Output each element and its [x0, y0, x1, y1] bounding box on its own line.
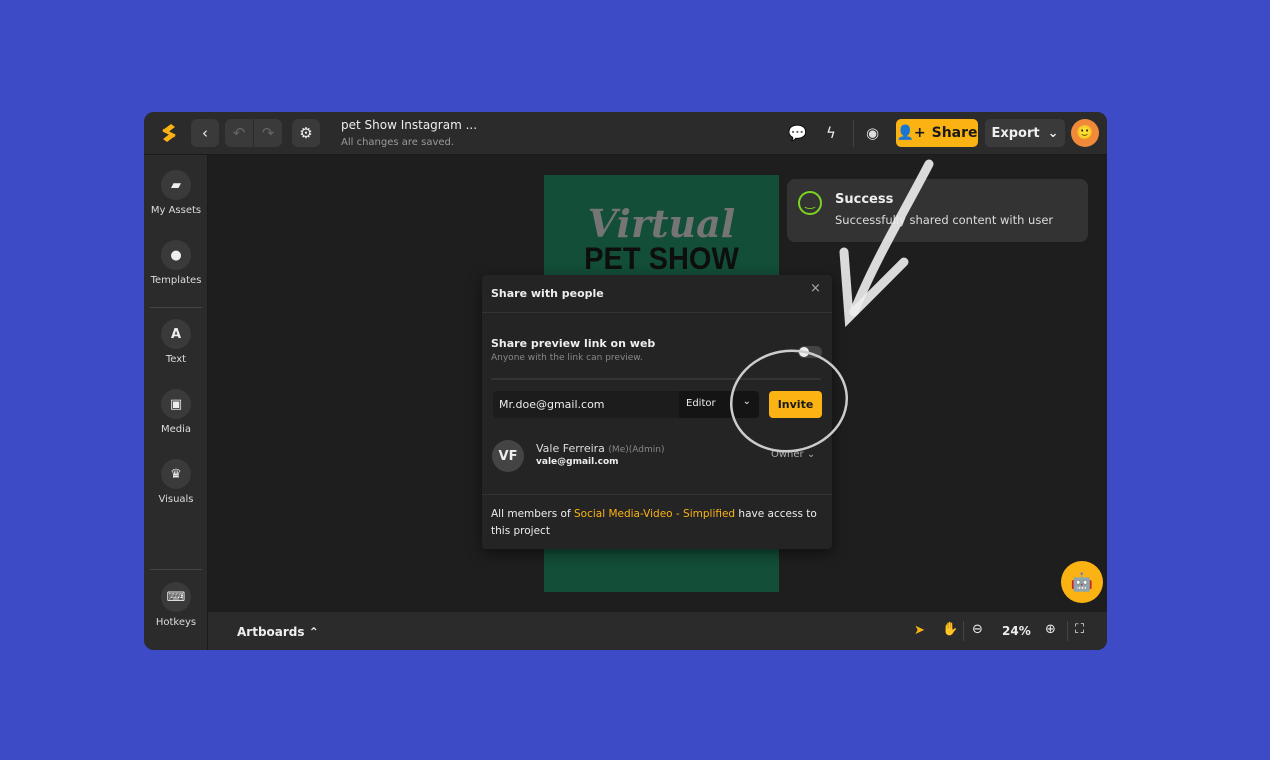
ai-assistant-robot-button[interactable]: 🤖: [1061, 561, 1103, 603]
artboards-toggle[interactable]: Artboards ⌃: [237, 625, 319, 639]
select-cursor-icon[interactable]: ➤: [914, 623, 925, 638]
artboards-label: Artboards: [237, 625, 305, 639]
bottom-bar: Artboards ⌃ ➤ ✋ ⊖ 24% ⊕ ⛶: [208, 612, 1107, 650]
zoom-in-icon[interactable]: ⊕: [1045, 622, 1056, 637]
fullscreen-icon[interactable]: ⛶: [1075, 622, 1084, 637]
editor-window: ‹ ↶ ↷ ⚙ pet Show Instagram ... All chang…: [144, 112, 1107, 650]
hand-pan-icon[interactable]: ✋: [942, 622, 958, 637]
hand-drawn-annotation: [729, 159, 934, 453]
chevron-up-icon: ⌃: [308, 625, 319, 639]
zoom-out-icon[interactable]: ⊖: [972, 622, 983, 637]
zoom-level[interactable]: 24%: [1002, 624, 1031, 638]
